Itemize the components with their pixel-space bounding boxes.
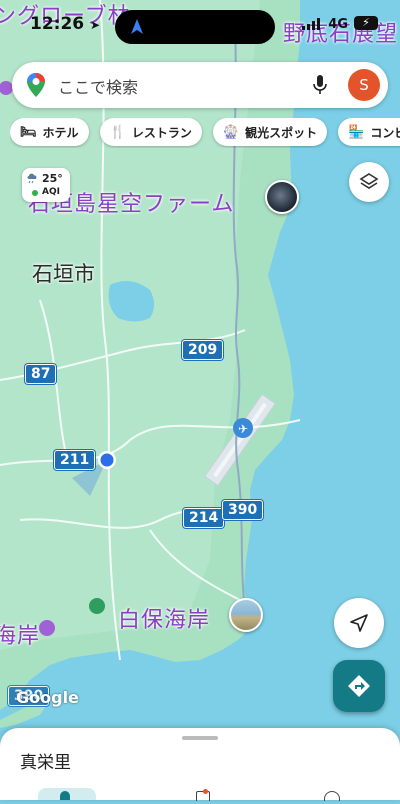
map-label-shiraho-beach[interactable]: 白保海岸 (118, 602, 210, 634)
microphone-icon[interactable] (312, 74, 328, 96)
directions-icon (348, 675, 370, 697)
chip-hotels[interactable]: 🛏 ホテル (10, 118, 89, 146)
navigation-arrow-icon (350, 614, 368, 632)
route-shield-209: 209 (182, 340, 224, 360)
layers-button[interactable] (349, 162, 389, 202)
dynamic-island (115, 10, 275, 44)
bed-icon: 🛏 (20, 124, 37, 140)
location-pin-icon (60, 791, 70, 800)
google-attribution: Google (16, 688, 79, 707)
my-location-button[interactable] (334, 598, 384, 648)
search-placeholder[interactable]: ここで検索 (58, 74, 138, 98)
chip-restaurants[interactable]: 🍴 レストラン (99, 118, 202, 146)
chip-attractions[interactable]: 🎡 観光スポット (212, 118, 328, 146)
temperature: 25° (42, 172, 63, 185)
directions-button[interactable] (333, 660, 385, 712)
status-bar: 12:26 ➤ 4G ⚡ (0, 0, 400, 48)
ferris-wheel-icon: 🎡 (222, 124, 240, 140)
store-icon: 🏪 (348, 124, 365, 140)
category-chips: 🛏 ホテル 🍴 レストラン 🎡 観光スポット 🏪 コンビニ (10, 118, 400, 148)
navigation-arrow-icon (131, 19, 143, 34)
aqi-status-dot (32, 190, 38, 196)
star-farm-photo[interactable] (265, 180, 299, 214)
battery-icon: ⚡ (354, 16, 378, 30)
notification-dot (203, 789, 208, 794)
layers-icon (359, 173, 379, 189)
sheet-drag-handle[interactable] (182, 736, 218, 740)
network-type: 4G (328, 17, 348, 32)
status-time: 12:26 ➤ (30, 14, 101, 34)
svg-text:✈: ✈ (238, 422, 248, 436)
route-shield-390: 390 (222, 500, 264, 520)
bottom-tab-bar (0, 784, 400, 801)
map-label-city[interactable]: 石垣市 (32, 258, 95, 288)
sheet-title: 真栄里 (20, 753, 71, 773)
search-bar[interactable]: ここで検索 S (12, 62, 388, 108)
signal-icon (302, 18, 320, 30)
account-avatar[interactable]: S (348, 69, 380, 101)
fork-knife-icon: 🍴 (109, 124, 126, 140)
route-shield-211: 211 (54, 450, 96, 470)
rain-cloud-icon (27, 173, 37, 184)
route-shield-214: 214 (183, 508, 225, 528)
map-label-beach-left[interactable]: 海岸 (0, 618, 40, 650)
chip-convenience-stores[interactable]: 🏪 コンビニ (338, 118, 400, 146)
route-shield-87: 87 (25, 364, 57, 384)
maps-pin-icon (27, 73, 45, 97)
aqi-label: AQI (42, 187, 60, 197)
location-arrow-icon: ➤ (90, 18, 101, 32)
weather-widget[interactable]: 25° AQI (22, 168, 70, 202)
shiraho-beach-photo[interactable] (229, 598, 263, 632)
